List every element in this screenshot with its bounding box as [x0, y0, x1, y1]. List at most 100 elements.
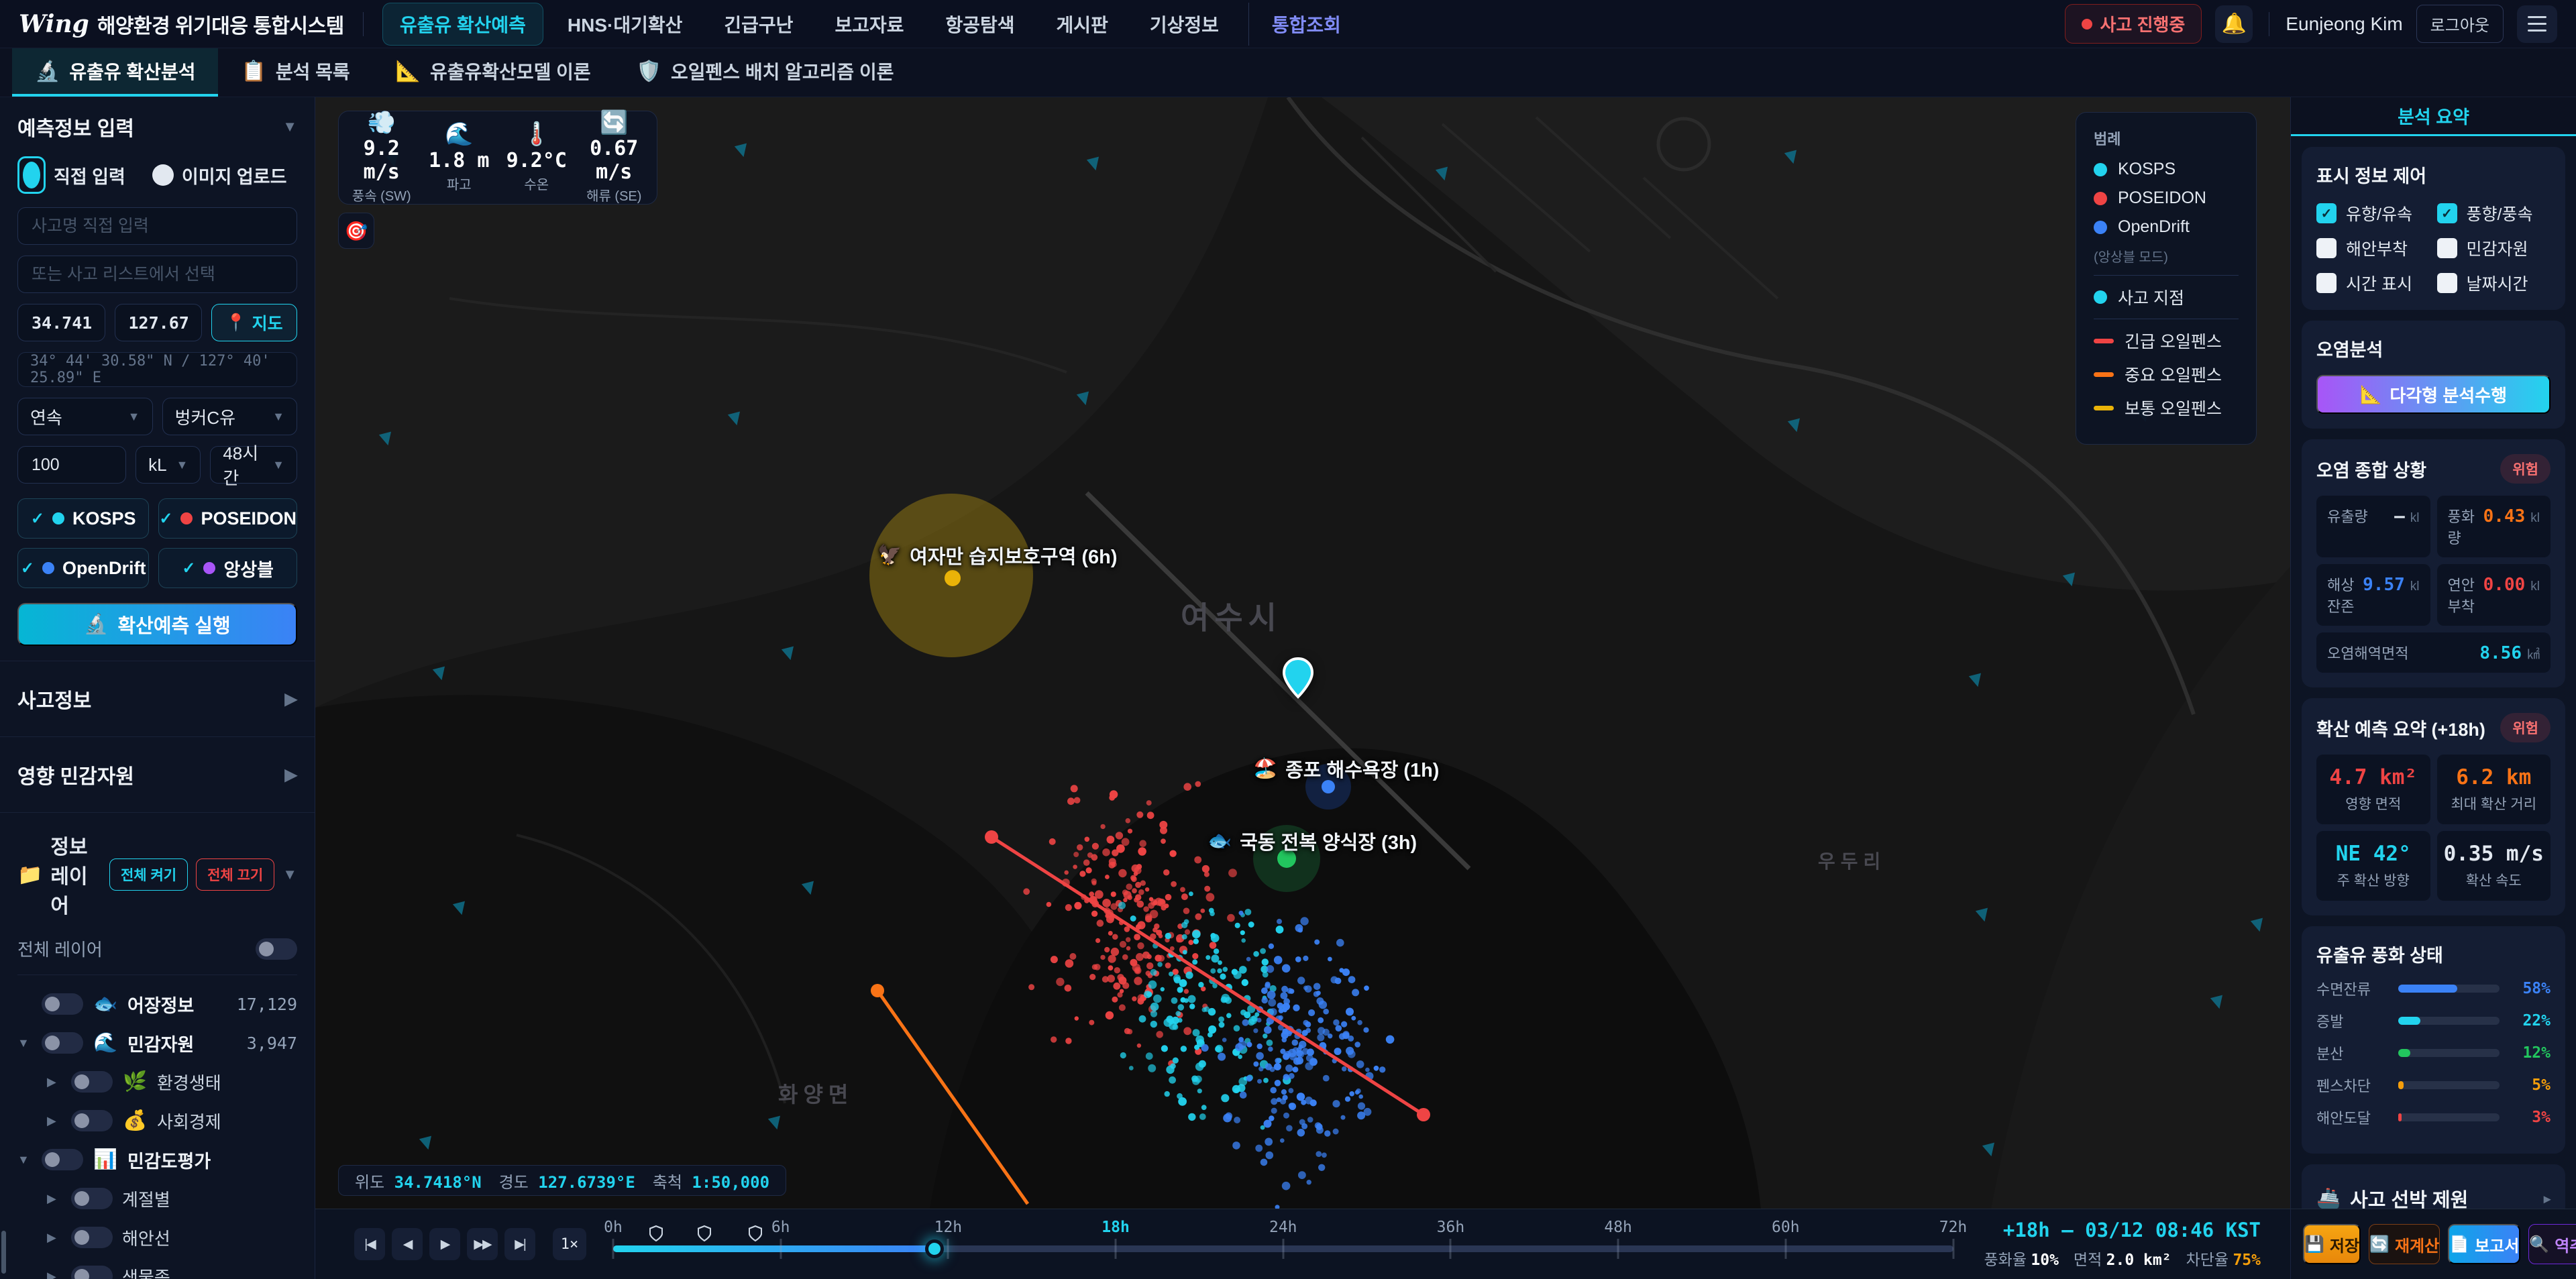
- display-checkbox-on[interactable]: ✓ 풍향/풍속: [2436, 201, 2551, 225]
- display-checkbox-off[interactable]: 시간 표시: [2316, 271, 2430, 295]
- tree-expand-icon[interactable]: ▼: [17, 1036, 32, 1050]
- layer-toggle[interactable]: [71, 1227, 113, 1248]
- playback-speed-button[interactable]: 1×: [553, 1228, 586, 1260]
- spill-type-select[interactable]: 연속 ▼: [17, 398, 153, 435]
- chevron-down-icon[interactable]: ▼: [282, 118, 297, 135]
- nav-item[interactable]: 항공탐색: [928, 3, 1032, 46]
- all-layers-off-button[interactable]: 전체 끄기: [196, 858, 275, 891]
- model-toggle-POSEIDON[interactable]: ✓ POSEIDON: [158, 498, 297, 539]
- tree-expand-icon[interactable]: ▶: [47, 1075, 62, 1089]
- fast-forward-button[interactable]: ▶▶: [467, 1228, 498, 1260]
- step-back-button[interactable]: ◀: [392, 1228, 423, 1260]
- timeline-tick-label: 60h: [1772, 1219, 1800, 1236]
- recalculate-button[interactable]: 🔄 재계산: [2369, 1224, 2440, 1264]
- layer-toggle[interactable]: [42, 993, 83, 1015]
- layer-toggle[interactable]: [71, 1071, 113, 1093]
- play-button[interactable]: ▶: [429, 1228, 460, 1260]
- tab-item[interactable]: 🛡️ 오일펜스 배치 알고리즘 이론: [614, 48, 917, 97]
- amount-input[interactable]: [17, 446, 127, 484]
- sidebar-scrollbar[interactable]: [1, 1231, 6, 1274]
- recenter-target-button[interactable]: 🎯: [338, 213, 374, 249]
- display-checkbox-off[interactable]: 민감자원: [2436, 236, 2551, 260]
- nav-item[interactable]: 게시판: [1039, 3, 1126, 46]
- chevron-down-icon[interactable]: ▼: [282, 866, 297, 883]
- model-toggle-OpenDrift[interactable]: ✓ OpenDrift: [17, 548, 150, 588]
- master-layer-toggle[interactable]: [256, 938, 297, 960]
- nav-item[interactable]: 기상정보: [1132, 3, 1236, 46]
- timeline-stats: 풍화율 10% 면적 2.0 km² 차단율 75%: [1984, 1247, 2261, 1270]
- tab-item[interactable]: 📐 유출유확산모델 이론: [373, 48, 614, 97]
- tree-expand-icon[interactable]: ▶: [47, 1114, 62, 1128]
- layer-toggle[interactable]: [42, 1032, 83, 1054]
- fence-deploy-marker-icon[interactable]: [697, 1225, 712, 1245]
- fence-deploy-marker-icon[interactable]: [748, 1225, 762, 1245]
- radio-direct-input[interactable]: 직접 입력: [17, 156, 125, 194]
- display-checkbox-off[interactable]: 날짜시간: [2436, 271, 2551, 295]
- model-toggle-앙상블[interactable]: ✓ 앙상블: [158, 548, 297, 588]
- duration-select[interactable]: 48시간 ▼: [210, 443, 297, 488]
- polygon-analysis-button[interactable]: 📐 다각형 분석수행: [2316, 375, 2551, 414]
- display-checkbox-on[interactable]: ✓ 유향/유속: [2316, 201, 2430, 225]
- analysis-scroll[interactable]: 표시 정보 제어 ✓ 유향/유속 ✓ 풍향/풍속 해안부착 민감자원 시간 표시 날짜시간 오…: [2291, 136, 2576, 1209]
- forecast-summary-card: 확산 예측 요약 (+18h) 위험 4.7 km² 영향 면적 6.2 km 최대 …: [2302, 698, 2565, 915]
- radio-image-upload[interactable]: 이미지 업로드: [152, 156, 286, 194]
- tree-expand-icon[interactable]: ▼: [17, 1153, 32, 1167]
- bar-track: [2398, 1049, 2500, 1057]
- display-control-card: 표시 정보 제어 ✓ 유향/유속 ✓ 풍향/풍속 해안부착 민감자원 시간 표시 날짜시간: [2302, 147, 2565, 310]
- layer-toggle[interactable]: [42, 1149, 83, 1170]
- important-oil-fence-line[interactable]: [875, 989, 1030, 1205]
- timeline-handle[interactable]: [925, 1239, 945, 1258]
- incident-info-section[interactable]: 사고정보 ▶: [0, 661, 315, 737]
- hamburger-menu-button[interactable]: [2517, 5, 2557, 43]
- incident-list-input[interactable]: [17, 256, 297, 293]
- pick-on-map-button[interactable]: 📍 지도: [211, 304, 297, 341]
- report-button[interactable]: 📄 보고서: [2448, 1224, 2521, 1264]
- nav-item[interactable]: 보고자료: [817, 3, 921, 46]
- layer-tree: 🐟 어장정보 17,129 ▼ 🌊 민감자원 3,947 ▶ 🌿 환경생태 ▶ 💰 사회경제 ▼ 📊 민감도평…: [0, 985, 315, 1279]
- skip-end-button[interactable]: ▶|: [504, 1228, 535, 1260]
- fence-endpoint[interactable]: [985, 830, 998, 844]
- run-prediction-button[interactable]: 🔬 확산예측 실행: [17, 603, 297, 646]
- vessel-spec-card[interactable]: 🚢 사고 선박 제원 ▸: [2302, 1164, 2565, 1209]
- all-layers-on-button[interactable]: 전체 켜기: [109, 858, 189, 891]
- fence-endpoint[interactable]: [871, 984, 884, 997]
- timeline-current-time: +18h — 03/12 08:46 KST: [2002, 1219, 2261, 1241]
- tree-expand-icon[interactable]: ▶: [47, 1192, 62, 1206]
- sensitive-resources-section[interactable]: 영향 민감자원 ▶: [0, 737, 315, 813]
- tree-expand-icon[interactable]: ▶: [47, 1231, 62, 1245]
- nav-item[interactable]: 긴급구난: [706, 3, 810, 46]
- fence-deploy-marker-icon[interactable]: [649, 1225, 663, 1245]
- tree-expand-icon[interactable]: ▶: [47, 1270, 62, 1279]
- map-area[interactable]: ▼▼▼▼▼▼▼▼▼▼▼▼▼▼▼▼▼▼▼▼▼▼▼▼ 🦅 여자만 습지보호구역 (6…: [315, 97, 2290, 1279]
- display-checkbox-off[interactable]: 해안부착: [2316, 236, 2430, 260]
- tab-active[interactable]: 🔬 유출유 확산분석: [12, 48, 219, 97]
- fence-endpoint[interactable]: [1417, 1108, 1430, 1121]
- layer-toggle[interactable]: [71, 1110, 113, 1131]
- tab-label: 유출유확산모델 이론: [430, 62, 591, 82]
- nav-item[interactable]: HNS·대기확산: [550, 3, 700, 46]
- model-toggle-KOSPS[interactable]: ✓ KOSPS: [17, 498, 150, 539]
- oil-type-select[interactable]: 벙커C유 ▼: [162, 398, 297, 435]
- legend-model-item: POSEIDON: [2094, 188, 2239, 208]
- backtrack-button[interactable]: 🔍 역추적: [2528, 1224, 2576, 1264]
- bar-track: [2398, 1113, 2500, 1121]
- urgent-oil-fence-line[interactable]: [990, 835, 1425, 1117]
- weather-icon: 🌊: [445, 121, 474, 148]
- layer-toggle[interactable]: [71, 1266, 113, 1279]
- nav-item[interactable]: 통합조회: [1248, 2, 1358, 46]
- layer-toggle[interactable]: [71, 1188, 113, 1209]
- notification-bell-button[interactable]: 🔔: [2215, 5, 2253, 43]
- logout-button[interactable]: 로그아웃: [2416, 5, 2504, 43]
- unit-select[interactable]: kL ▼: [136, 446, 201, 484]
- incident-location-pin[interactable]: [1282, 657, 1314, 699]
- latitude-input[interactable]: [17, 304, 105, 341]
- dms-coordinates-readout: 34° 44' 30.58" N / 127° 40' 25.89" E: [17, 352, 297, 387]
- incident-name-input[interactable]: [17, 207, 297, 245]
- longitude-input[interactable]: [114, 304, 202, 341]
- tab-item[interactable]: 📋 분석 목록: [218, 48, 372, 97]
- card-title: 오염 종합 상황: [2316, 460, 2427, 481]
- nav-item[interactable]: 유출유 확산예측: [382, 2, 543, 46]
- skip-start-button[interactable]: |◀: [354, 1228, 385, 1260]
- save-button[interactable]: 💾 저장: [2303, 1224, 2361, 1264]
- stat-value: 0.00: [2483, 575, 2526, 595]
